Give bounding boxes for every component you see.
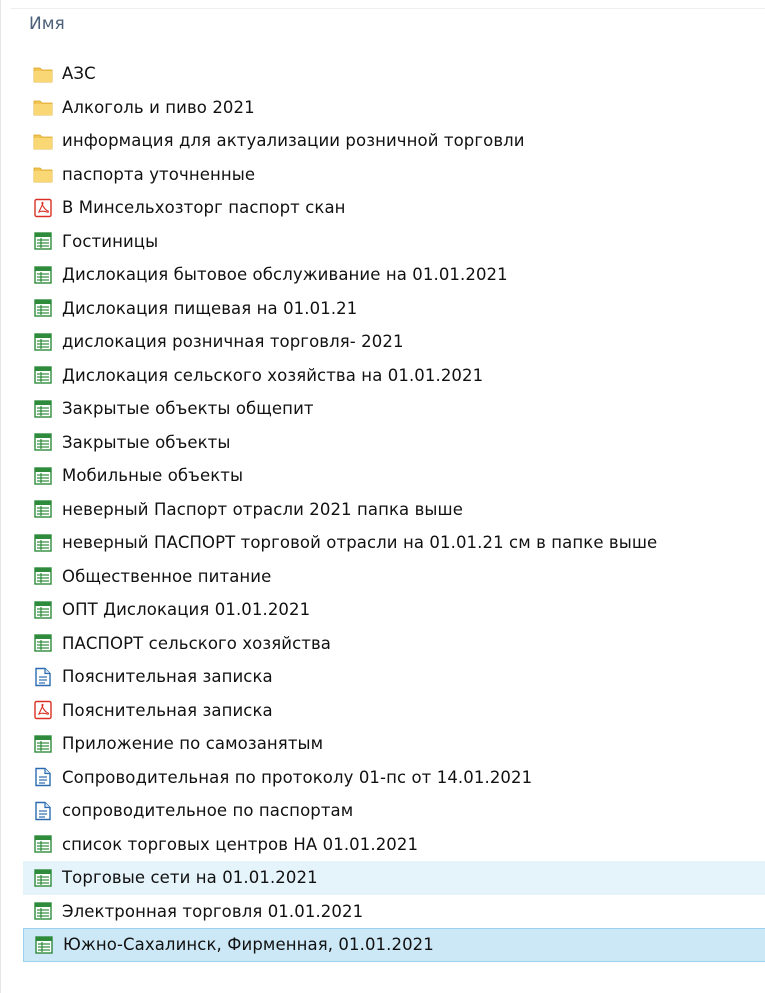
file-row[interactable]: Торговые сети на 01.01.2021	[23, 861, 765, 895]
folder-icon	[32, 130, 54, 152]
header-divider	[11, 8, 765, 9]
file-row[interactable]: Дислокация пищевая на 01.01.21	[23, 292, 765, 326]
file-name: Сопроводительная по протоколу 01-пс от 1…	[62, 767, 533, 787]
file-row[interactable]: Приложение по самозанятым	[23, 727, 765, 761]
spreadsheet-icon	[32, 230, 54, 252]
file-row[interactable]: Сопроводительная по протоколу 01-пс от 1…	[23, 761, 765, 795]
file-row[interactable]: Алкоголь и пиво 2021	[23, 91, 765, 125]
file-name: ПАСПОРТ сельского хозяйства	[62, 633, 332, 653]
file-name: Дислокация бытовое обслуживание на 01.01…	[62, 265, 508, 285]
file-name: неверный Паспорт отрасли 2021 папка выше	[62, 499, 463, 519]
spreadsheet-icon	[32, 867, 54, 889]
file-row[interactable]: ПАСПОРТ сельского хозяйства	[23, 627, 765, 661]
file-name: Алкоголь и пиво 2021	[62, 97, 255, 117]
file-row[interactable]: Общественное питание	[23, 560, 765, 594]
file-row[interactable]: Электронная торговля 01.01.2021	[23, 895, 765, 929]
file-name: Дислокация пищевая на 01.01.21	[62, 298, 358, 318]
file-row[interactable]: Закрытые объекты	[23, 426, 765, 460]
file-row[interactable]: информация для актуализации розничной то…	[23, 124, 765, 158]
file-name: Пояснительная записка	[62, 667, 273, 687]
file-name: Электронная торговля 01.01.2021	[62, 901, 364, 921]
folder-icon	[32, 163, 54, 185]
spreadsheet-icon	[32, 532, 54, 554]
spreadsheet-icon	[32, 900, 54, 922]
file-row[interactable]: Пояснительная записка	[23, 660, 765, 694]
file-name: список торговых центров НА 01.01.2021	[62, 834, 419, 854]
spreadsheet-icon	[32, 632, 54, 654]
document-icon	[32, 766, 54, 788]
file-name: Общественное питание	[62, 566, 272, 586]
file-name: АЗС	[62, 64, 96, 84]
file-row[interactable]: Дислокация сельского хозяйства на 01.01.…	[23, 359, 765, 393]
file-name: ОПТ Дислокация 01.01.2021	[62, 600, 311, 620]
file-name: Торговые сети на 01.01.2021	[62, 868, 318, 888]
spreadsheet-icon	[32, 498, 54, 520]
file-row[interactable]: В Минсельхозторг паспорт скан	[23, 191, 765, 225]
file-name: Мобильные объекты	[62, 466, 244, 486]
spreadsheet-icon	[32, 364, 54, 386]
file-name: информация для актуализации розничной то…	[62, 131, 525, 151]
file-list: АЗС Алкоголь и пиво 2021 информация для ак…	[23, 57, 765, 962]
file-name: паспорта уточненные	[62, 164, 256, 184]
file-row[interactable]: паспорта уточненные	[23, 158, 765, 192]
file-row[interactable]: дислокация розничная торговля- 2021	[23, 325, 765, 359]
spreadsheet-icon	[32, 431, 54, 453]
file-row[interactable]: неверный ПАСПОРТ торговой отрасли на 01.…	[23, 526, 765, 560]
folder-icon	[32, 63, 54, 85]
file-row[interactable]: Дислокация бытовое обслуживание на 01.01…	[23, 258, 765, 292]
file-name: Дислокация сельского хозяйства на 01.01.…	[62, 365, 484, 385]
file-name: Южно-Сахалинск, Фирменная, 01.01.2021	[63, 935, 434, 955]
file-row[interactable]: Пояснительная записка	[23, 694, 765, 728]
spreadsheet-icon	[32, 599, 54, 621]
file-name: Гостиницы	[62, 231, 159, 251]
spreadsheet-icon	[32, 331, 54, 353]
document-icon	[32, 800, 54, 822]
file-row[interactable]: список торговых центров НА 01.01.2021	[23, 828, 765, 862]
file-row[interactable]: Гостиницы	[23, 225, 765, 259]
file-name: Приложение по самозанятым	[62, 734, 324, 754]
file-row[interactable]: Мобильные объекты	[23, 459, 765, 493]
file-row[interactable]: сопроводительное по паспортам	[23, 794, 765, 828]
file-name: Пояснительная записка	[62, 700, 273, 720]
spreadsheet-icon	[32, 398, 54, 420]
file-explorer-pane: Имя АЗС Алкоголь и пиво 2021 информация дл…	[0, 0, 765, 993]
pdf-icon	[32, 699, 54, 721]
file-name: неверный ПАСПОРТ торговой отрасли на 01.…	[62, 533, 658, 553]
spreadsheet-icon	[32, 833, 54, 855]
file-name: Закрытые объекты общепит	[62, 399, 314, 419]
column-header-name[interactable]: Имя	[29, 14, 65, 34]
file-name: В Минсельхозторг паспорт скан	[62, 198, 346, 218]
file-row[interactable]: ОПТ Дислокация 01.01.2021	[23, 593, 765, 627]
spreadsheet-icon	[33, 934, 55, 956]
file-name: Закрытые объекты	[62, 432, 231, 452]
file-row[interactable]: АЗС	[23, 57, 765, 91]
pdf-icon	[32, 197, 54, 219]
folder-icon	[32, 96, 54, 118]
file-name: дислокация розничная торговля- 2021	[62, 332, 404, 352]
document-icon	[32, 666, 54, 688]
file-row[interactable]: неверный Паспорт отрасли 2021 папка выше	[23, 493, 765, 527]
spreadsheet-icon	[32, 565, 54, 587]
spreadsheet-icon	[32, 733, 54, 755]
spreadsheet-icon	[32, 264, 54, 286]
spreadsheet-icon	[32, 297, 54, 319]
file-row[interactable]: Закрытые объекты общепит	[23, 392, 765, 426]
file-name: сопроводительное по паспортам	[62, 801, 354, 821]
spreadsheet-icon	[32, 465, 54, 487]
file-row[interactable]: Южно-Сахалинск, Фирменная, 01.01.2021	[23, 928, 765, 962]
